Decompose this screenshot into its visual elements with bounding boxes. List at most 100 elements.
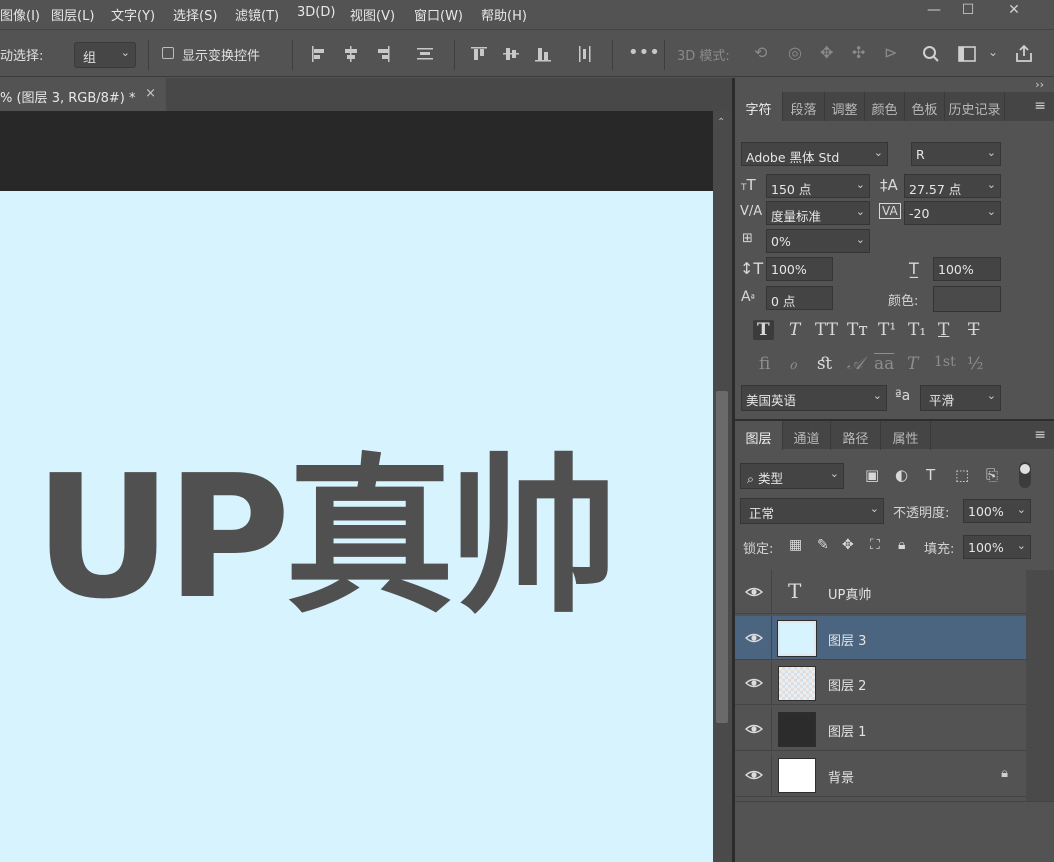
tab-color[interactable]: 颜色: [865, 92, 905, 121]
share-icon[interactable]: [1013, 43, 1035, 65]
close-icon[interactable]: ×: [145, 86, 156, 101]
layer-row[interactable]: 图层 2: [735, 661, 1026, 705]
tab-swatches[interactable]: 色板: [905, 92, 945, 121]
menu-type[interactable]: 文字(Y): [111, 5, 155, 24]
show-transform-checkbox[interactable]: [162, 47, 174, 59]
subscript-button[interactable]: T₁: [908, 320, 926, 340]
blend-mode-select[interactable]: 正常 ⌄: [740, 498, 884, 524]
faux-italic-button[interactable]: T: [789, 320, 800, 340]
eye-icon[interactable]: [745, 674, 763, 692]
titling-alternates-button[interactable]: T: [907, 354, 918, 374]
font-style-select[interactable]: R ⌄: [911, 142, 1001, 166]
filter-type-icon[interactable]: T: [926, 466, 935, 484]
search-icon[interactable]: [920, 43, 942, 65]
layer-row[interactable]: 图层 3: [735, 616, 1026, 660]
swash-button[interactable]: 𝒜: [847, 354, 863, 374]
tab-properties[interactable]: 属性: [881, 421, 931, 450]
layer-filter-select[interactable]: ⌕ 类型 ⌄: [740, 463, 844, 489]
menu-window[interactable]: 窗口(W): [414, 5, 463, 24]
all-caps-button[interactable]: TT: [815, 320, 838, 340]
faux-bold-button[interactable]: T: [753, 320, 774, 340]
align-bottom-icon[interactable]: [532, 43, 554, 65]
align-left-icon[interactable]: [308, 43, 330, 65]
menu-view[interactable]: 视图(V): [350, 5, 395, 24]
horizontal-scale-field[interactable]: 100%: [933, 257, 1001, 281]
lock-position-icon[interactable]: ✥: [842, 537, 854, 553]
filter-pixel-icon[interactable]: ▣: [865, 466, 879, 484]
3d-scale-icon[interactable]: ⊳: [884, 43, 906, 65]
scroll-up-icon[interactable]: ⌃: [717, 117, 725, 128]
document-canvas[interactable]: UP真帅: [0, 191, 713, 862]
align-top-icon[interactable]: [468, 43, 490, 65]
lock-artboard-icon[interactable]: ⛶: [870, 537, 880, 553]
menu-layer[interactable]: 图层(L): [51, 5, 94, 24]
lock-image-icon[interactable]: ✎: [817, 537, 829, 553]
discretionary-ligatures-button[interactable]: ﬆ: [817, 354, 833, 374]
panel-menu-icon[interactable]: ≡: [1034, 98, 1046, 114]
fill-field[interactable]: 100% ⌄: [963, 535, 1031, 559]
baseline-shift-field[interactable]: 0 点: [766, 286, 833, 310]
3d-pan-icon[interactable]: ✥: [820, 43, 842, 65]
tab-layers[interactable]: 图层: [735, 421, 783, 450]
strikethrough-button[interactable]: T: [968, 320, 979, 340]
lock-icon[interactable]: 🔒︎: [1001, 766, 1008, 781]
lock-transparent-icon[interactable]: ▦: [789, 537, 802, 553]
eye-icon[interactable]: [745, 720, 763, 738]
menu-filter[interactable]: 滤镜(T): [235, 5, 279, 24]
3d-orbit-icon[interactable]: ⟲: [754, 43, 776, 65]
tsume-field[interactable]: 0% ⌄: [766, 229, 870, 253]
language-select[interactable]: 美国英语 ⌄: [741, 385, 887, 411]
align-hcenter-icon[interactable]: [340, 43, 362, 65]
document-tab[interactable]: % (图层 3, RGB/8#) * ×: [0, 78, 166, 111]
minimize-button[interactable]: —: [918, 0, 950, 22]
eye-icon[interactable]: [745, 583, 763, 601]
menu-3d[interactable]: 3D(D): [297, 5, 335, 20]
underline-button[interactable]: T: [938, 320, 949, 340]
layers-scrollbar[interactable]: [1026, 570, 1054, 804]
superscript-button[interactable]: T¹: [878, 320, 896, 340]
tab-paragraph[interactable]: 段落: [783, 92, 825, 121]
menu-image[interactable]: 图像(I): [0, 5, 40, 24]
alternate-ligatures-button[interactable]: ℴ: [789, 354, 797, 374]
antialias-select[interactable]: 平滑 ⌄: [920, 385, 1001, 411]
maximize-button[interactable]: ☐: [952, 0, 984, 22]
ligatures-button[interactable]: ﬁ: [759, 354, 770, 374]
tab-adjustments[interactable]: 调整: [825, 92, 865, 121]
vertical-scale-field[interactable]: 100%: [766, 257, 833, 281]
3d-roll-icon[interactable]: ◎: [788, 43, 810, 65]
menu-select[interactable]: 选择(S): [173, 5, 217, 24]
panel-menu-icon[interactable]: ≡: [1034, 427, 1046, 443]
lock-all-icon[interactable]: 🔒︎: [898, 537, 905, 553]
filter-shape-icon[interactable]: ⬚: [955, 466, 969, 484]
leading-field[interactable]: 27.57 点 ⌄: [904, 174, 1001, 198]
workspace-icon[interactable]: [956, 43, 978, 65]
filter-smart-object-icon[interactable]: ⎘: [986, 466, 998, 484]
eye-icon[interactable]: [745, 766, 763, 784]
fractions-button[interactable]: ½: [967, 354, 983, 374]
ordinals-button[interactable]: 1st: [934, 354, 956, 370]
canvas-text-layer[interactable]: UP真帅: [34, 453, 619, 623]
filter-adjustment-icon[interactable]: ◐: [895, 466, 908, 484]
align-vcenter-icon[interactable]: [500, 43, 522, 65]
tab-character[interactable]: 字符: [735, 92, 783, 121]
collapse-panels-icon[interactable]: ››: [1035, 78, 1044, 91]
layer-row[interactable]: 背景 🔒︎: [735, 753, 1026, 797]
distribute-horizontal-icon[interactable]: [574, 43, 596, 65]
distribute-vertical-icon[interactable]: [414, 43, 436, 65]
layer-row[interactable]: T UP真帅: [735, 570, 1026, 614]
close-window-button[interactable]: ✕: [998, 0, 1030, 22]
font-family-select[interactable]: Adobe 黑体 Std ⌄: [741, 142, 888, 166]
small-caps-button[interactable]: Tт: [847, 320, 868, 340]
opacity-field[interactable]: 100% ⌄: [963, 499, 1031, 523]
kerning-field[interactable]: 度量标准 ⌄: [766, 201, 870, 225]
vertical-scrollbar[interactable]: ⌃: [713, 111, 732, 862]
3d-slide-icon[interactable]: ✣: [852, 43, 874, 65]
more-options-icon[interactable]: •••: [628, 42, 660, 64]
tab-channels[interactable]: 通道: [783, 421, 831, 450]
chevron-down-icon[interactable]: ⌄: [988, 45, 1010, 67]
layer-row[interactable]: 图层 1: [735, 707, 1026, 751]
align-right-icon[interactable]: [372, 43, 394, 65]
tab-history[interactable]: 历史记录: [945, 92, 1005, 121]
text-color-swatch[interactable]: [933, 286, 1001, 312]
eye-icon[interactable]: [745, 629, 763, 647]
